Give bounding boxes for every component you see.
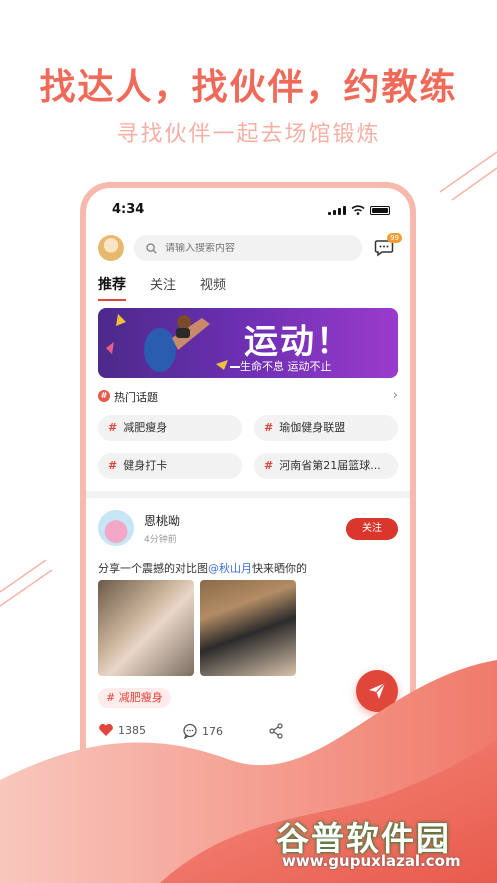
- send-icon: [369, 682, 386, 699]
- status-icons: [328, 205, 390, 215]
- share-button[interactable]: [268, 723, 284, 739]
- tab-recommend[interactable]: 推荐: [98, 274, 126, 301]
- banner-title: 运动！: [244, 322, 352, 362]
- signal-icon: [328, 205, 346, 215]
- like-button[interactable]: 1385: [98, 723, 146, 737]
- app-screen: 4:34 请输入搜索内容 99 推荐 关注 视频 运动！ 生命不息 运动不止 #…: [86, 188, 410, 883]
- topic-label: 减肥瘦身: [123, 421, 168, 434]
- post-photo[interactable]: [98, 580, 194, 676]
- user-avatar[interactable]: [98, 235, 124, 261]
- like-count: 1385: [118, 723, 146, 737]
- tab-following[interactable]: 关注: [150, 274, 176, 294]
- banner-subtitle: 生命不息 运动不止: [240, 360, 332, 373]
- status-bar: 4:34: [86, 202, 410, 222]
- publish-button[interactable]: [356, 670, 398, 712]
- status-time: 4:34: [112, 202, 145, 217]
- search-icon: [146, 242, 157, 254]
- search-box[interactable]: [134, 235, 362, 261]
- post-photo[interactable]: [200, 580, 296, 676]
- topic-chip[interactable]: # 减肥瘦身: [98, 415, 242, 441]
- banner-athlete-graphic: [106, 314, 240, 372]
- post-actions: 1385 176: [98, 723, 398, 741]
- post-mention-link[interactable]: @秋山月: [208, 562, 252, 575]
- hashtag-icon: #: [98, 390, 110, 402]
- topic-chip[interactable]: # 健身打卡: [98, 453, 242, 479]
- post-text: 分享一个震撼的对比图@秋山月快来晒你的: [98, 560, 307, 576]
- tab-video[interactable]: 视频: [200, 274, 226, 294]
- comment-icon: [183, 723, 197, 739]
- next-post-author: 吓旺儿: [156, 776, 193, 790]
- message-count-badge: 99: [387, 233, 402, 243]
- share-icon: [269, 723, 283, 739]
- wifi-icon: [351, 205, 365, 215]
- comment-count: 176: [202, 724, 223, 738]
- watermark-url: www.gupuxlazal.com: [282, 852, 461, 870]
- post-author-name[interactable]: 恩桃呦: [144, 512, 180, 529]
- feed-tabs: 推荐 关注 视频: [98, 274, 226, 301]
- phone-frame: 4:34 请输入搜索内容 99 推荐 关注 视频 运动！ 生命不息 运动不止 #…: [80, 182, 416, 883]
- battery-icon: [370, 205, 390, 215]
- topic-chip[interactable]: # 河南省第21届篮球...: [254, 453, 398, 479]
- post-timestamp: 4分钟前: [144, 535, 177, 545]
- messages-button[interactable]: 99: [374, 233, 402, 259]
- hashtag-icon: #: [264, 421, 274, 434]
- comment-button[interactable]: 176: [182, 723, 223, 739]
- hashtag-icon: #: [108, 421, 118, 434]
- post-topic-tag[interactable]: # 减肥瘦身: [98, 688, 171, 708]
- hashtag-icon: #: [108, 459, 118, 472]
- follow-button[interactable]: 关注: [346, 518, 398, 540]
- section-divider: [86, 491, 410, 498]
- promo-headline: 找达人，找伙伴，约教练: [39, 67, 458, 108]
- search-input[interactable]: [165, 242, 345, 254]
- hot-topics-header[interactable]: # 热门话题 ›: [98, 388, 398, 405]
- promo-banner[interactable]: 运动！ 生命不息 运动不止: [98, 308, 398, 378]
- more-options-icon[interactable]: [388, 723, 392, 727]
- topic-chip[interactable]: # 瑜伽健身联盟: [254, 415, 398, 441]
- hot-topics-label: 热门话题: [114, 391, 158, 404]
- chevron-right-icon: ›: [392, 388, 398, 403]
- hashtag-icon: #: [264, 459, 274, 472]
- topic-label: 健身打卡: [123, 459, 168, 472]
- heart-icon: [99, 723, 113, 736]
- author-avatar[interactable]: [98, 510, 134, 546]
- topic-label: 河南省第21届篮球...: [279, 459, 381, 472]
- post-text-start: 分享一个震撼的对比图: [98, 562, 208, 575]
- top-bar: 99: [98, 233, 402, 263]
- post-text-end: 快来晒你的: [252, 562, 307, 575]
- topic-label: 瑜伽健身联盟: [279, 421, 346, 434]
- promo-subline: 寻找伙伴一起去场馆锻炼: [116, 122, 381, 147]
